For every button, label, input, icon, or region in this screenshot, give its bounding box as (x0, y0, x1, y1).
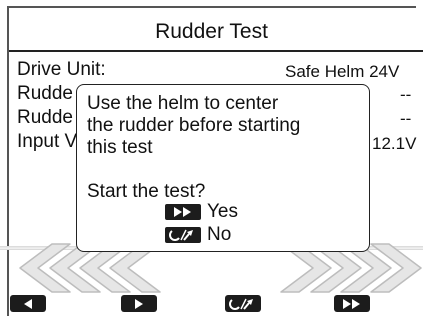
steering-cancel-icon (229, 298, 253, 310)
page-title: Rudder Test (155, 20, 268, 43)
rudder-row-1-value: -- (400, 85, 412, 104)
right-arrow-icon (135, 298, 143, 309)
title-divider (9, 50, 423, 52)
rudder-row-2-value: -- (400, 109, 412, 128)
dialog-message: Use the helm to center the rudder before… (87, 93, 301, 158)
rudder-row-2-label: Rudde (17, 107, 73, 128)
steering-cancel-icon (165, 227, 201, 243)
dialog-prompt: Start the test? (87, 181, 206, 202)
softkey-left[interactable] (10, 295, 46, 312)
input-voltage-value: 12.1V (372, 134, 417, 153)
yes-option[interactable]: Yes (165, 201, 238, 223)
softkey-fast-forward[interactable] (334, 295, 370, 312)
left-arrow-icon (24, 298, 32, 309)
softkey-right[interactable] (121, 295, 157, 312)
input-voltage-label: Input V (17, 131, 78, 152)
drive-unit-value: Safe Helm 24V (285, 62, 400, 81)
yes-label: Yes (207, 201, 238, 222)
rudder-row-1-label: Rudde (17, 83, 73, 104)
rudder-test-screen: Rudder Test Drive Unit: Safe Helm 24V Ru… (0, 0, 423, 322)
fast-forward-icon (165, 204, 201, 220)
drive-unit-label: Drive Unit: (17, 59, 106, 80)
no-label: No (207, 224, 232, 245)
fast-forward-icon (343, 298, 360, 309)
confirm-dialog: Use the helm to center the rudder before… (76, 84, 370, 252)
softkey-cancel[interactable] (225, 295, 261, 312)
no-option[interactable]: No (165, 224, 231, 246)
